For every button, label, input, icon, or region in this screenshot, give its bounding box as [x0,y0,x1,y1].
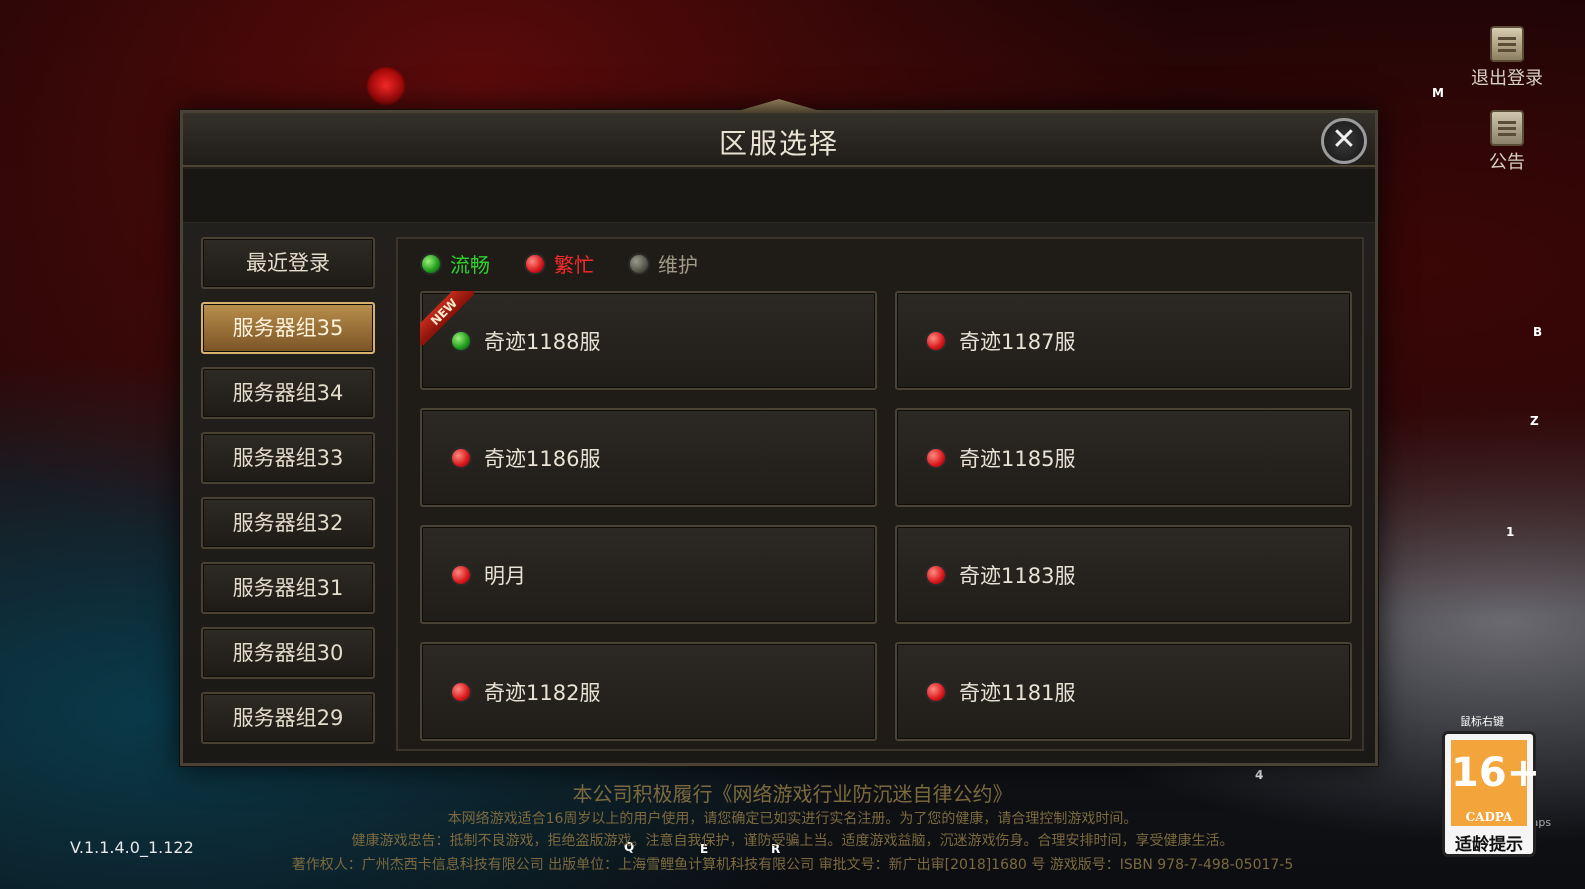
group-32[interactable]: 服务器组32 [201,497,375,549]
age-rating-org: CADPA [1451,808,1527,826]
notice-line-1: 本公司积极履行《网络游戏行业防沉迷自律公约》 [572,782,1013,806]
red-status-icon [524,252,546,275]
notice-board-icon [1490,110,1524,146]
dialog-title-bar: 区服选择 ✕ [183,99,1375,167]
notice-button[interactable]: 公告 [1462,110,1552,174]
group-30[interactable]: 服务器组30 [201,627,375,679]
server-card[interactable]: 奇迹1183服 [895,525,1352,624]
group-33[interactable]: 服务器组33 [201,432,375,484]
server-name: 奇迹1186服 [484,446,601,471]
server-name: 奇迹1188服 [484,329,601,354]
server-name: 明月 [484,563,526,588]
group-34[interactable]: 服务器组34 [201,367,375,419]
red-status-icon [450,680,472,703]
server-card[interactable]: 奇迹1187服 [895,291,1352,390]
red-status-icon [925,680,947,703]
legend-busy-label: 繁忙 [554,253,594,277]
green-status-icon [420,252,442,275]
legend-smooth: 流畅 [420,249,490,278]
legend-smooth-label: 流畅 [450,253,490,277]
server-name: 奇迹1187服 [959,329,1076,354]
server-panel: 流畅 繁忙 维护 NEW 奇迹1188服 奇迹1187服 奇迹1186服 奇迹1… [396,237,1364,751]
notice-line-2: 本网络游戏适合16周岁以上的用户使用，请您确定已如实进行实名注册。为了您的健康，… [447,811,1138,827]
dialog-sub-bar [183,169,1375,223]
server-grid: NEW 奇迹1188服 奇迹1187服 奇迹1186服 奇迹1185服 明月 奇… [420,291,1356,741]
logout-label: 退出登录 [1471,68,1543,89]
notice-line-4: 著作权人：广州杰西卡信息科技有限公司 出版单位：上海雪鲤鱼计算机科技有限公司 审… [291,857,1294,873]
group-recent-login[interactable]: 最近登录 [201,237,375,289]
key-hint-1: 1 [1506,525,1515,539]
close-button[interactable]: ✕ [1321,118,1367,164]
server-card[interactable]: NEW 奇迹1188服 [420,291,877,390]
age-rating-value: 16+ [1451,740,1540,808]
new-badge-label: NEW [420,291,474,345]
server-card[interactable]: 奇迹1185服 [895,408,1352,507]
server-name: 奇迹1183服 [959,563,1076,588]
red-status-icon [450,446,472,469]
key-hint-b: B [1533,325,1543,339]
group-31[interactable]: 服务器组31 [201,562,375,614]
group-35[interactable]: 服务器组35 [201,302,375,354]
close-x-icon: ✕ [1331,122,1357,157]
notice-label: 公告 [1489,152,1525,173]
server-card[interactable]: 奇迹1186服 [420,408,877,507]
server-select-dialog: 区服选择 ✕ 最近登录 服务器组35 服务器组34 服务器组33 服务器组32 … [180,99,1378,766]
title-ornament [731,99,827,113]
key-hint-mouse-right: 鼠标右键 [1460,715,1504,728]
red-status-icon [925,446,947,469]
red-status-icon [450,563,472,586]
server-card[interactable]: 奇迹1181服 [895,642,1352,741]
version-label: V.1.1.4.0_1.122 [70,838,194,857]
server-group-list: 最近登录 服务器组35 服务器组34 服务器组33 服务器组32 服务器组31 … [201,237,379,757]
logout-button[interactable]: 退出登录 [1462,26,1552,90]
server-name: 奇迹1185服 [959,446,1076,471]
exit-door-icon [1490,26,1524,62]
group-29[interactable]: 服务器组29 [201,692,375,744]
notice-line-3: 健康游戏忠告：抵制不良游戏，拒绝盗版游戏。注意自我保护，谨防受骗上当。适度游戏益… [351,833,1234,849]
new-badge: NEW [420,291,474,345]
grey-status-icon [628,252,650,275]
key-hint-m: M [1432,86,1444,100]
server-card[interactable]: 奇迹1182服 [420,642,877,741]
legend-busy: 繁忙 [524,249,594,278]
dialog-title: 区服选择 [718,127,839,160]
key-hint-z: Z [1530,414,1539,428]
legend-maintenance-label: 维护 [658,253,698,277]
flame-effect [366,66,406,106]
server-name: 奇迹1182服 [484,680,601,705]
server-card[interactable]: 明月 [420,525,877,624]
age-rating-badge: 16+ CADPA 适龄提示 [1442,731,1540,857]
age-rating-caption: 适龄提示 [1455,835,1523,855]
status-legend: 流畅 繁忙 维护 [420,249,698,278]
legend-maintenance: 维护 [628,249,698,278]
server-name: 奇迹1181服 [959,680,1076,705]
red-status-icon [925,563,947,586]
red-status-icon [925,329,947,352]
